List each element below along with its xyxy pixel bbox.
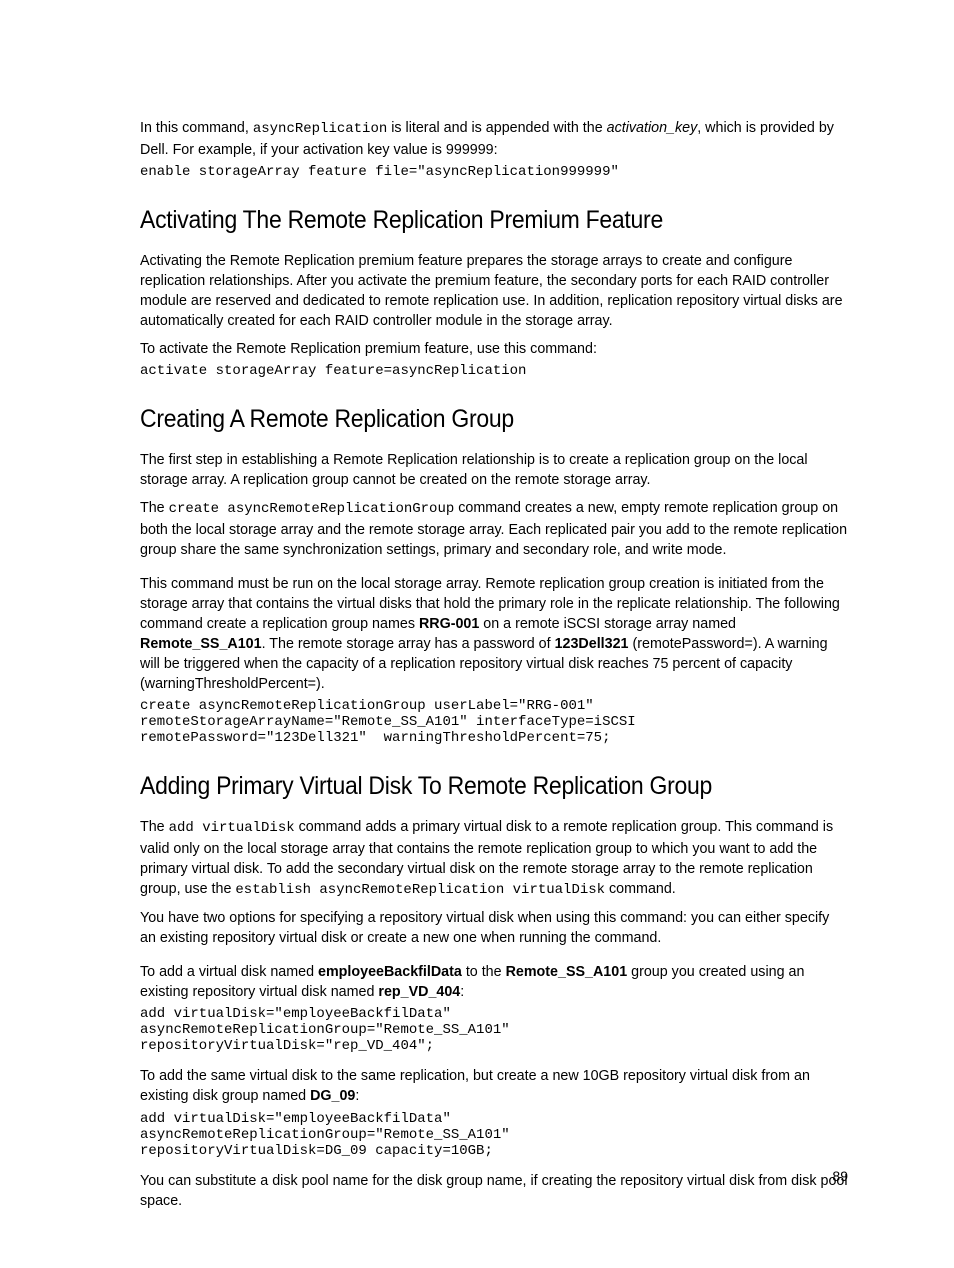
page-number: 89 [832, 1168, 848, 1184]
code-add-new: add virtualDisk="employeeBackfilData" as… [140, 1111, 848, 1159]
para-add-new: To add the same virtual disk to the same… [140, 1066, 848, 1106]
para-substitute: You can substitute a disk pool name for … [140, 1171, 848, 1211]
para-create-cmd: The create asyncRemoteReplicationGroup c… [140, 498, 848, 560]
heading-adding-disk: Adding Primary Virtual Disk To Remote Re… [140, 772, 791, 801]
code-enable-feature: enable storageArray feature file="asyncR… [140, 164, 848, 180]
para-activating-desc: Activating the Remote Replication premiu… [140, 251, 848, 331]
code-add-existing: add virtualDisk="employeeBackfilData" as… [140, 1006, 848, 1054]
intro-paragraph: In this command, asyncReplication is lit… [140, 118, 848, 160]
para-add-desc: The add virtualDisk command adds a prima… [140, 817, 848, 900]
para-options: You have two options for specifying a re… [140, 908, 848, 948]
heading-activating: Activating The Remote Replication Premiu… [140, 206, 791, 235]
code-create-group: create asyncRemoteReplicationGroup userL… [140, 698, 848, 746]
heading-creating-group: Creating A Remote Replication Group [140, 405, 791, 434]
para-first-step: The first step in establishing a Remote … [140, 450, 848, 490]
para-add-existing: To add a virtual disk named employeeBack… [140, 962, 848, 1002]
para-activate-cmd-intro: To activate the Remote Replication premi… [140, 339, 848, 359]
code-activate: activate storageArray feature=asyncRepli… [140, 363, 848, 379]
para-local-array: This command must be run on the local st… [140, 574, 848, 694]
